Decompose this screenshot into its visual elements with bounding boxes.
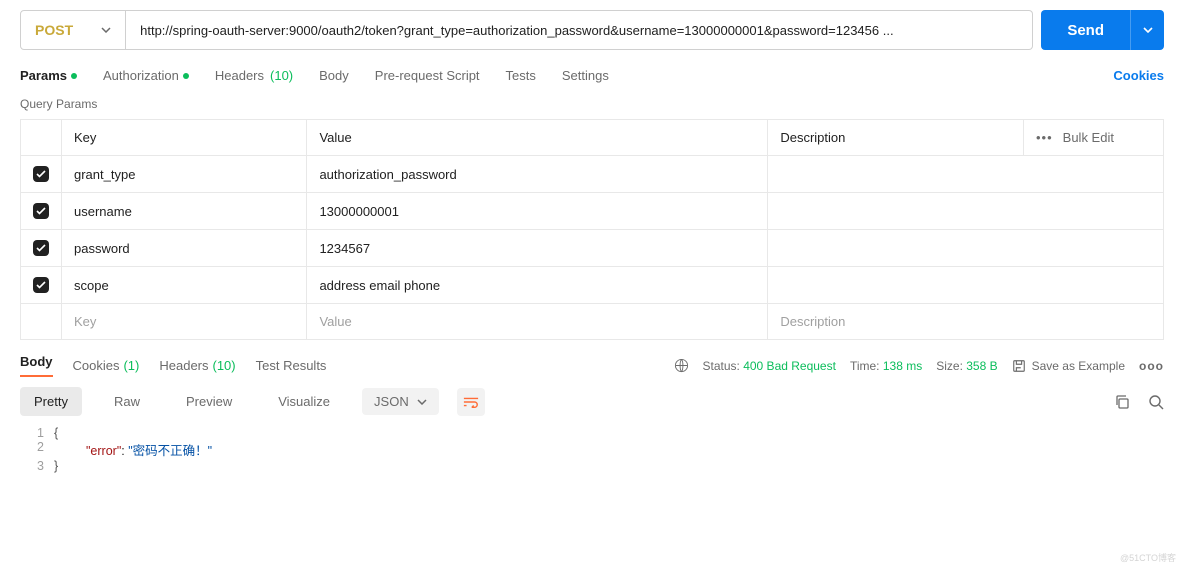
param-value[interactable]: 1234567 — [307, 230, 768, 267]
table-row-empty: Key Value Description — [21, 304, 1164, 340]
table-row: grant_type authorization_password — [21, 156, 1164, 193]
chevron-down-icon — [101, 27, 111, 33]
copy-icon[interactable] — [1114, 394, 1130, 410]
format-select[interactable]: JSON — [362, 388, 439, 415]
query-params-table: Key Value Description ••• Bulk Edit grant… — [20, 119, 1164, 340]
resp-more-icon[interactable]: ooo — [1139, 359, 1164, 373]
bulk-edit-button[interactable]: Bulk Edit — [1063, 130, 1114, 145]
search-icon[interactable] — [1148, 394, 1164, 410]
view-visualize[interactable]: Visualize — [264, 387, 344, 416]
tab-params[interactable]: Params — [20, 68, 77, 83]
chevron-down-icon — [1143, 27, 1153, 33]
save-icon — [1012, 359, 1026, 373]
table-row: scope address email phone — [21, 267, 1164, 304]
resp-tab-body[interactable]: Body — [20, 354, 53, 377]
tab-settings[interactable]: Settings — [562, 68, 609, 83]
param-key[interactable]: scope — [62, 267, 307, 304]
param-desc[interactable] — [768, 193, 1164, 230]
status-label: Status: 400 Bad Request — [703, 359, 836, 373]
method-label: POST — [35, 22, 73, 38]
param-value-placeholder[interactable]: Value — [307, 304, 768, 340]
param-desc[interactable] — [768, 156, 1164, 193]
tab-prerequest[interactable]: Pre-request Script — [375, 68, 480, 83]
resp-tab-cookies[interactable]: Cookies (1) — [73, 358, 140, 373]
tab-headers[interactable]: Headers(10) — [215, 68, 293, 83]
response-body[interactable]: 1{ 2"error": "密码不正确！" 3} — [20, 426, 1164, 473]
param-value[interactable]: address email phone — [307, 267, 768, 304]
tab-authorization[interactable]: Authorization — [103, 68, 189, 83]
param-desc[interactable] — [768, 230, 1164, 267]
row-checkbox[interactable] — [33, 240, 49, 256]
param-key[interactable]: password — [62, 230, 307, 267]
view-raw[interactable]: Raw — [100, 387, 154, 416]
tab-body[interactable]: Body — [319, 68, 349, 83]
row-checkbox[interactable] — [33, 166, 49, 182]
col-desc: Description — [768, 120, 1024, 156]
col-value: Value — [307, 120, 768, 156]
param-key[interactable]: username — [62, 193, 307, 230]
param-value[interactable]: 13000000001 — [307, 193, 768, 230]
method-select[interactable]: POST — [20, 10, 126, 50]
resp-tab-headers[interactable]: Headers (10) — [159, 358, 235, 373]
url-input[interactable] — [126, 10, 1033, 50]
save-as-example-button[interactable]: Save as Example — [1012, 359, 1125, 373]
tab-tests[interactable]: Tests — [506, 68, 536, 83]
send-dropdown[interactable] — [1130, 10, 1164, 50]
more-icon[interactable]: ••• — [1036, 130, 1053, 145]
send-button[interactable]: Send — [1041, 10, 1130, 50]
chevron-down-icon — [417, 399, 427, 405]
row-checkbox[interactable] — [33, 203, 49, 219]
param-desc-placeholder[interactable]: Description — [768, 304, 1164, 340]
table-row: username 13000000001 — [21, 193, 1164, 230]
cookies-link[interactable]: Cookies — [1113, 68, 1164, 83]
param-value[interactable]: authorization_password — [307, 156, 768, 193]
view-preview[interactable]: Preview — [172, 387, 246, 416]
col-key: Key — [62, 120, 307, 156]
wrap-lines-button[interactable] — [457, 388, 485, 416]
param-key-placeholder[interactable]: Key — [62, 304, 307, 340]
size-label: Size: 358 B — [936, 359, 997, 373]
params-dot-icon — [71, 73, 77, 79]
time-label: Time: 138 ms — [850, 359, 922, 373]
globe-icon[interactable] — [674, 358, 689, 373]
resp-tab-testresults[interactable]: Test Results — [256, 358, 327, 373]
view-pretty[interactable]: Pretty — [20, 387, 82, 416]
auth-dot-icon — [183, 73, 189, 79]
query-params-title: Query Params — [20, 97, 1164, 111]
row-checkbox[interactable] — [33, 277, 49, 293]
param-key[interactable]: grant_type — [62, 156, 307, 193]
param-desc[interactable] — [768, 267, 1164, 304]
watermark: @51CTO博客 — [1120, 551, 1176, 564]
table-row: password 1234567 — [21, 230, 1164, 267]
